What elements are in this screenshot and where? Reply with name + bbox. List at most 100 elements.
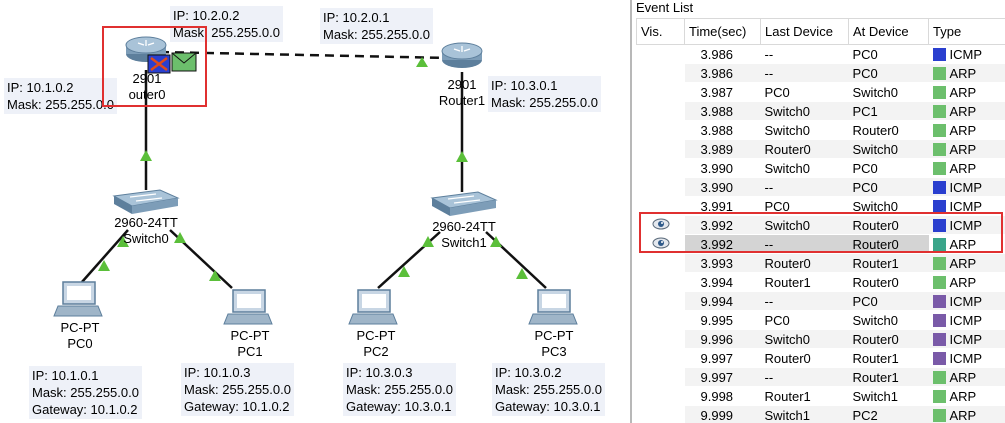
- event-vis-cell[interactable]: [636, 139, 685, 159]
- event-type-cell[interactable]: ARP: [928, 139, 1005, 159]
- event-row[interactable]: 3.989 Router0 Switch0 ARP: [636, 139, 1005, 159]
- pc2-label: PC-PT PC2: [348, 328, 404, 360]
- event-row[interactable]: 3.988 Switch0 Router0 ARP: [636, 120, 1005, 140]
- event-type-cell[interactable]: ICMP: [928, 291, 1005, 311]
- pc1-icon[interactable]: [223, 289, 273, 325]
- event-type: ICMP: [949, 293, 983, 309]
- event-vis-cell[interactable]: [636, 253, 685, 273]
- event-vis-cell[interactable]: [636, 234, 685, 254]
- event-last-device: PC0: [760, 310, 849, 330]
- event-type-cell[interactable]: ARP: [928, 367, 1005, 387]
- switch1-icon[interactable]: [430, 191, 498, 216]
- event-row[interactable]: 3.988 Switch0 PC1 ARP: [636, 101, 1005, 121]
- pc3-icon[interactable]: [528, 289, 578, 325]
- event-row[interactable]: 9.995 PC0 Switch0 ICMP: [636, 310, 1005, 330]
- event-type-cell[interactable]: ARP: [928, 158, 1005, 178]
- event-vis-cell[interactable]: [636, 82, 685, 102]
- event-type-color-swatch: [932, 218, 946, 232]
- event-row[interactable]: 9.997 Router0 Router1 ICMP: [636, 348, 1005, 368]
- event-type-color-swatch: [932, 294, 946, 308]
- event-type-cell[interactable]: ICMP: [928, 177, 1005, 197]
- event-type-cell[interactable]: ICMP: [928, 215, 1005, 235]
- event-vis-cell[interactable]: [636, 310, 685, 330]
- event-row[interactable]: 9.994 -- PC0 ICMP: [636, 291, 1005, 311]
- pc2-icon[interactable]: [348, 289, 398, 325]
- event-type-color-swatch: [932, 85, 946, 99]
- topology-canvas[interactable]: IP: 10.2.0.2 Mask: 255.255.0.0 IP: 10.1.…: [0, 0, 630, 423]
- event-row[interactable]: 9.997 -- Router1 ARP: [636, 367, 1005, 387]
- event-row[interactable]: 3.987 PC0 Switch0 ARP: [636, 82, 1005, 102]
- router1-g01-ip-label: IP: 10.3.0.1 Mask: 255.255.0.0: [488, 76, 601, 112]
- event-type-color-swatch: [932, 104, 946, 118]
- event-last-device: --: [760, 234, 849, 254]
- event-time-cell: 3.990: [684, 177, 761, 197]
- event-type-color-swatch: [932, 389, 946, 403]
- event-type-cell[interactable]: ICMP: [928, 348, 1005, 368]
- event-type-cell[interactable]: ICMP: [928, 310, 1005, 330]
- event-type-cell[interactable]: ICMP: [928, 44, 1005, 64]
- event-vis-cell[interactable]: [636, 329, 685, 349]
- event-type-cell[interactable]: ARP: [928, 82, 1005, 102]
- event-type-cell[interactable]: ARP: [928, 386, 1005, 406]
- router1-g00-ip-label: IP: 10.2.0.1 Mask: 255.255.0.0: [320, 8, 433, 44]
- event-type-color-swatch: [932, 408, 946, 422]
- event-vis-cell[interactable]: [636, 272, 685, 292]
- event-type: ARP: [949, 65, 977, 81]
- router1-g01-ip: IP: 10.3.0.1: [491, 78, 558, 93]
- event-vis-cell[interactable]: [636, 405, 685, 423]
- link-light-icon: [456, 151, 468, 162]
- event-vis-cell[interactable]: [636, 158, 685, 178]
- router1-icon[interactable]: [441, 42, 483, 68]
- event-row[interactable]: 3.992 -- Router0 ARP: [636, 234, 1005, 254]
- event-vis-cell[interactable]: [636, 63, 685, 83]
- switch0-name: Switch0: [123, 231, 169, 246]
- event-row[interactable]: 3.992 Switch0 Router0 ICMP: [636, 215, 1005, 235]
- event-type-cell[interactable]: ARP: [928, 63, 1005, 83]
- event-row[interactable]: 9.999 Switch1 PC2 ARP: [636, 405, 1005, 423]
- event-row[interactable]: 3.993 Router0 Router1 ARP: [636, 253, 1005, 273]
- event-type-cell[interactable]: ARP: [928, 234, 1005, 254]
- event-type-cell[interactable]: ICMP: [928, 329, 1005, 349]
- event-type-cell[interactable]: ARP: [928, 120, 1005, 140]
- router0-g00-ip-label: IP: 10.1.0.2 Mask: 255.255.0.0: [4, 78, 117, 114]
- col-header-vis[interactable]: Vis.: [636, 18, 685, 45]
- event-type-cell[interactable]: ICMP: [928, 196, 1005, 216]
- event-vis-cell[interactable]: [636, 120, 685, 140]
- event-last-device: Router0: [760, 253, 849, 273]
- event-vis-cell[interactable]: [636, 177, 685, 197]
- event-type-cell[interactable]: ARP: [928, 101, 1005, 121]
- event-type: ARP: [949, 407, 977, 423]
- event-vis-cell[interactable]: [636, 101, 685, 121]
- event-time-cell: 9.994: [684, 291, 761, 311]
- event-vis-cell[interactable]: [636, 196, 685, 216]
- event-vis-cell[interactable]: [636, 44, 685, 64]
- col-header-type[interactable]: Type: [928, 18, 1005, 45]
- event-row[interactable]: 3.990 -- PC0 ICMP: [636, 177, 1005, 197]
- switch0-icon[interactable]: [112, 189, 180, 214]
- event-vis-cell[interactable]: [636, 291, 685, 311]
- pc0-icon[interactable]: [53, 281, 103, 317]
- event-row[interactable]: 3.986 -- PC0 ARP: [636, 63, 1005, 83]
- event-type-cell[interactable]: ARP: [928, 253, 1005, 273]
- event-row[interactable]: 9.996 Switch0 Router0 ICMP: [636, 329, 1005, 349]
- pc1-label: PC-PT PC1: [222, 328, 278, 360]
- event-time: 3.990: [700, 160, 734, 176]
- event-last-device: Switch0: [760, 158, 849, 178]
- col-header-time[interactable]: Time(sec): [684, 18, 761, 45]
- event-row[interactable]: 3.990 Switch0 PC0 ARP: [636, 158, 1005, 178]
- event-row[interactable]: 3.991 PC0 Switch0 ICMP: [636, 196, 1005, 216]
- event-row[interactable]: 3.994 Router1 Router0 ARP: [636, 272, 1005, 292]
- event-row[interactable]: 3.986 -- PC0 ICMP: [636, 44, 1005, 64]
- event-at-device: Router0: [848, 120, 929, 140]
- event-row[interactable]: 9.998 Router1 Switch1 ARP: [636, 386, 1005, 406]
- event-vis-cell[interactable]: [636, 348, 685, 368]
- event-type-cell[interactable]: ARP: [928, 405, 1005, 423]
- col-header-at-device[interactable]: At Device: [848, 18, 929, 45]
- event-time-cell: 9.995: [684, 310, 761, 330]
- event-vis-cell[interactable]: [636, 386, 685, 406]
- event-vis-cell[interactable]: [636, 215, 685, 235]
- event-type-cell[interactable]: ARP: [928, 272, 1005, 292]
- event-vis-cell[interactable]: [636, 367, 685, 387]
- router1-name: Router1: [438, 93, 486, 108]
- col-header-last-device[interactable]: Last Device: [760, 18, 849, 45]
